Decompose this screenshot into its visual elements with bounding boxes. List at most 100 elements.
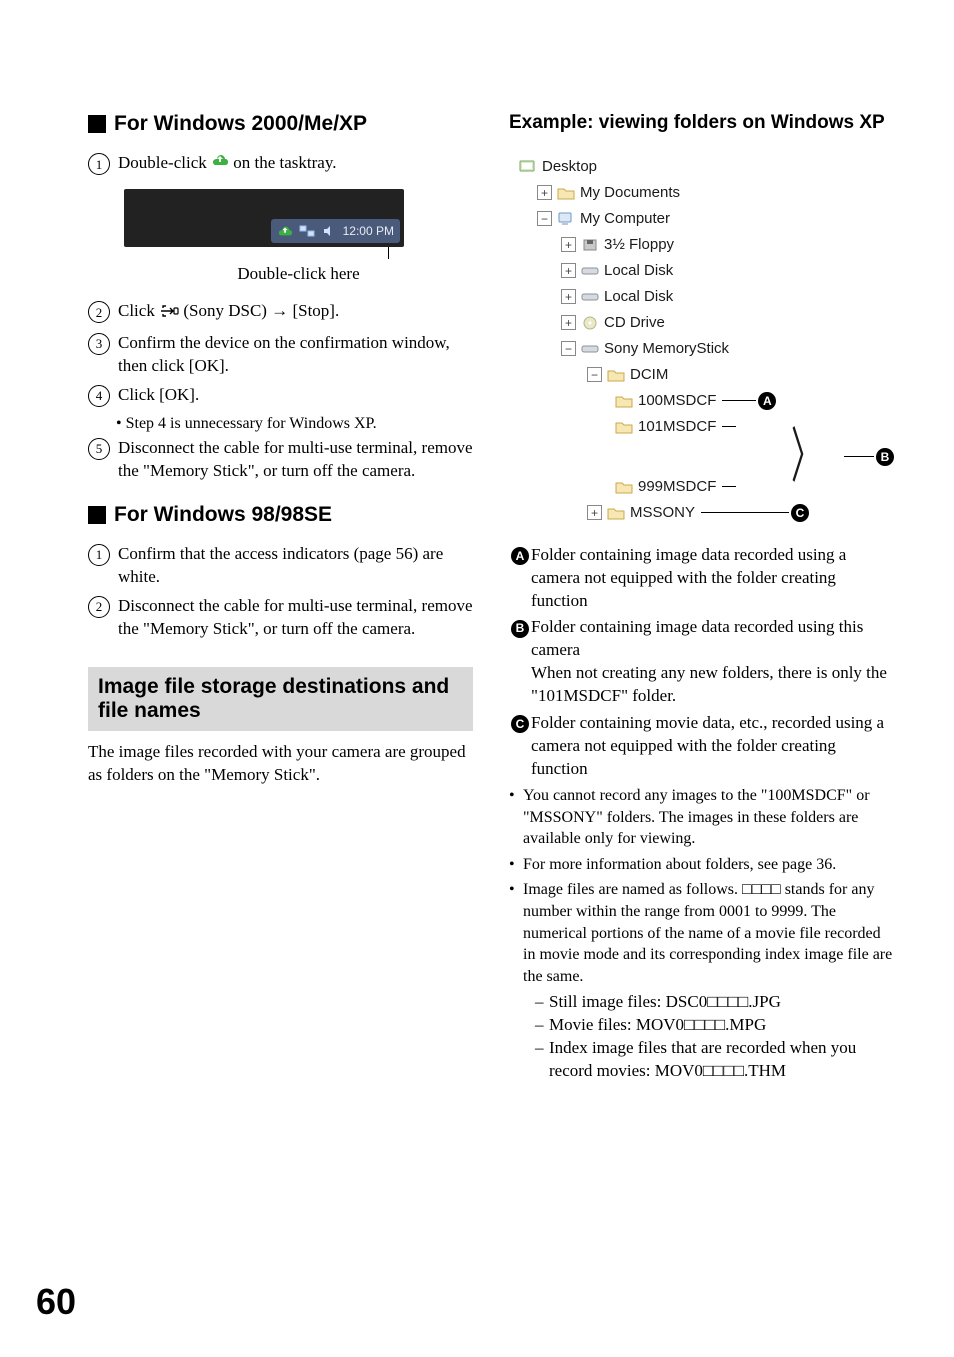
disk-icon — [581, 341, 599, 357]
tag-b: B — [511, 620, 529, 638]
label: MSSONY — [630, 503, 695, 523]
tree-floppy: + 3½ Floppy — [519, 232, 894, 258]
dash-1: –Still image files: DSC0□□□□.JPG — [535, 991, 894, 1014]
item-b: B Folder containing image data recorded … — [509, 616, 894, 708]
callout-a: A — [722, 392, 776, 410]
tree-100msdcf: 100MSDCF A — [519, 388, 894, 414]
systray[interactable]: 12:00 PM — [271, 219, 400, 243]
callout-b-top — [722, 426, 736, 427]
paragraph: The image files recorded with your camer… — [88, 741, 473, 787]
step-number-icon: 4 — [88, 385, 110, 407]
disk-icon — [581, 263, 599, 279]
cd-icon — [581, 315, 599, 331]
label: Sony MemoryStick — [604, 339, 729, 359]
step-2: 2 Click (Sony DSC) → [Stop]. — [88, 300, 473, 326]
section-bar: Image file storage destinations and file… — [88, 667, 473, 731]
step-1: 1 Double-click on the tasktray. — [88, 152, 473, 175]
step-body: Double-click on the tasktray. — [118, 152, 473, 175]
two-column-layout: For Windows 2000/Me/XP 1 Double-click on… — [88, 110, 894, 1083]
text: on the tasktray. — [233, 153, 336, 172]
step-number-icon: 1 — [88, 153, 110, 175]
heading-text: For Windows 98/98SE — [114, 501, 332, 529]
step-4: 4 Click [OK]. — [88, 384, 473, 407]
text: Click — [118, 301, 159, 320]
step-number-icon: 2 — [88, 596, 110, 618]
text: Image files are named as follows. □□□□ s… — [523, 879, 894, 987]
tree-range-brace: 〉 B — [519, 440, 894, 474]
folder-icon — [607, 505, 625, 521]
text: Folder containing movie data, etc., reco… — [531, 712, 894, 781]
volume-icon[interactable] — [321, 223, 337, 239]
label: My Computer — [580, 209, 670, 229]
step-number-icon: 1 — [88, 544, 110, 566]
step-3: 3 Confirm the device on the confirmation… — [88, 332, 473, 378]
expand-minus-icon: − — [587, 367, 602, 382]
heading-text: For Windows 2000/Me/XP — [114, 110, 367, 138]
text: Folder containing image data recorded us… — [531, 544, 894, 613]
step-number-icon: 3 — [88, 333, 110, 355]
expand-minus-icon: − — [537, 211, 552, 226]
pointer-line — [304, 245, 473, 259]
heading-win98: For Windows 98/98SE — [88, 501, 473, 529]
expand-plus-icon: + — [561, 263, 576, 278]
disk-icon — [581, 289, 599, 305]
tree-memorystick: − Sony MemoryStick — [519, 336, 894, 362]
network-icon[interactable] — [299, 223, 315, 239]
folder-icon — [615, 479, 633, 495]
step-body: Confirm the device on the confirmation w… — [118, 332, 473, 378]
example-heading: Example: viewing folders on Windows XP — [509, 110, 894, 136]
tree-localdisk-2: + Local Disk — [519, 284, 894, 310]
left-column: For Windows 2000/Me/XP 1 Double-click on… — [88, 110, 473, 1083]
step-4-note: • Step 4 is unnecessary for Windows XP. — [116, 413, 473, 435]
step-body: Confirm that the access indicators (page… — [118, 543, 473, 589]
arrow-icon: → — [271, 301, 288, 320]
taskbar: 12:00 PM — [124, 189, 404, 247]
folder-icon — [557, 185, 575, 201]
item-c: C Folder containing movie data, etc., re… — [509, 712, 894, 781]
win98-step-1: 1 Confirm that the access indicators (pa… — [88, 543, 473, 589]
computer-icon — [557, 211, 575, 227]
step-body: Click (Sony DSC) → [Stop]. — [118, 300, 473, 326]
label: Local Disk — [604, 287, 673, 307]
clock-text: 12:00 PM — [343, 223, 394, 239]
text: (Sony DSC) — [183, 301, 271, 320]
tree-101msdcf: 101MSDCF — [519, 414, 894, 440]
item-a: A Folder containing image data recorded … — [509, 544, 894, 613]
tree-999msdcf: 999MSDCF — [519, 474, 894, 500]
right-column: Example: viewing folders on Windows XP D… — [509, 110, 894, 1083]
tag-a: A — [758, 392, 776, 410]
unplug-hardware-icon — [211, 153, 233, 172]
win98-step-2: 2 Disconnect the cable for multi-use ter… — [88, 595, 473, 641]
label: Desktop — [542, 157, 597, 177]
text: Index image files that are recorded when… — [549, 1037, 894, 1083]
folder-icon — [615, 419, 633, 435]
desktop-icon — [519, 159, 537, 175]
text: Folder containing image data recorded us… — [531, 616, 894, 708]
expand-plus-icon: + — [587, 505, 602, 520]
step-5: 5 Disconnect the cable for multi-use ter… — [88, 437, 473, 483]
label: DCIM — [630, 365, 668, 385]
expand-plus-icon: + — [537, 185, 552, 200]
brace-icon: 〉 — [791, 445, 821, 469]
expand-plus-icon: + — [561, 315, 576, 330]
dash-2: –Movie files: MOV0□□□□.MPG — [535, 1014, 894, 1037]
expand-plus-icon: + — [561, 289, 576, 304]
label: 101MSDCF — [638, 417, 716, 437]
bullet-2: •For more information about folders, see… — [509, 854, 894, 876]
text: When not creating any new folders, there… — [531, 663, 887, 705]
label: Local Disk — [604, 261, 673, 281]
step-body: Disconnect the cable for multi-use termi… — [118, 595, 473, 641]
label: 100MSDCF — [638, 391, 716, 411]
step-number-icon: 5 — [88, 438, 110, 460]
figure-caption: Double-click here — [124, 263, 473, 286]
tag-a: A — [511, 547, 529, 565]
heading-win2000mexp: For Windows 2000/Me/XP — [88, 110, 473, 138]
expand-minus-icon: − — [561, 341, 576, 356]
tree-dcim: − DCIM — [519, 362, 894, 388]
folder-open-icon — [607, 367, 625, 383]
tree-desktop: Desktop — [519, 154, 894, 180]
usb-camera-icon — [159, 303, 179, 326]
text: You cannot record any images to the "100… — [523, 785, 894, 850]
unplug-hardware-icon[interactable] — [277, 223, 293, 239]
tree-mycomputer: − My Computer — [519, 206, 894, 232]
